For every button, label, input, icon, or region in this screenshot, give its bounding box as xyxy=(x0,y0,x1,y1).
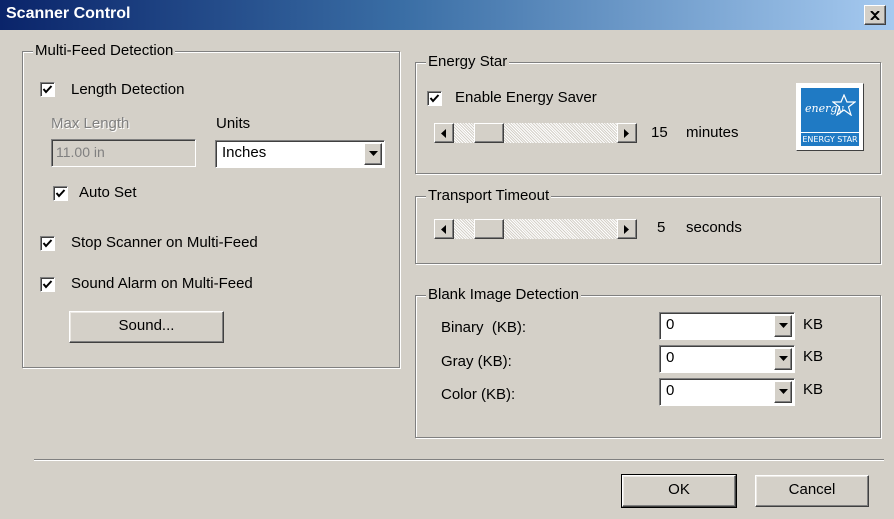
energy-saver-value: 15 xyxy=(651,124,668,141)
binary-kb-select[interactable]: 0 xyxy=(659,312,795,340)
scroll-left-button[interactable] xyxy=(434,219,454,239)
transport-timeout-slider[interactable] xyxy=(434,219,637,239)
sound-alarm-checkbox[interactable] xyxy=(40,277,55,292)
scroll-right-button[interactable] xyxy=(617,123,637,143)
chevron-down-icon xyxy=(779,356,788,361)
close-icon xyxy=(870,10,880,20)
scanner-control-dialog: Scanner Control Multi-Feed Detection Len… xyxy=(0,0,894,519)
binary-unit: KB xyxy=(803,316,824,333)
scroll-right-button[interactable] xyxy=(617,219,637,239)
transport-timeout-value: 5 xyxy=(657,219,666,236)
checkmark-icon xyxy=(42,280,53,289)
energy-star-logo: energy ENERGY STAR xyxy=(796,83,864,151)
auto-set-label[interactable]: Auto Set xyxy=(79,184,137,202)
arrow-right-icon xyxy=(624,129,629,138)
enable-energy-saver-checkbox[interactable] xyxy=(427,91,442,106)
binary-label: Binary (KB): xyxy=(441,319,527,336)
checkmark-icon xyxy=(42,239,53,248)
binary-kb-value: 0 xyxy=(666,316,675,333)
sound-alarm-label[interactable]: Sound Alarm on Multi-Feed xyxy=(71,275,253,293)
cancel-button[interactable]: Cancel xyxy=(755,475,869,507)
checkmark-icon xyxy=(55,189,66,198)
enable-energy-saver-label[interactable]: Enable Energy Saver xyxy=(455,89,597,107)
color-kb-select[interactable]: 0 xyxy=(659,378,795,406)
color-unit: KB xyxy=(803,381,824,398)
binary-dropdown-button[interactable] xyxy=(774,315,792,337)
chevron-down-icon xyxy=(369,151,378,156)
checkmark-icon xyxy=(429,94,440,103)
blank-image-detection-title: Blank Image Detection xyxy=(426,286,581,304)
transport-timeout-title: Transport Timeout xyxy=(426,187,552,205)
slider-thumb[interactable] xyxy=(474,219,504,239)
ok-button[interactable]: OK xyxy=(621,474,737,508)
length-detection-label[interactable]: Length Detection xyxy=(71,81,184,99)
energy-saver-slider[interactable] xyxy=(434,123,637,143)
chevron-down-icon xyxy=(779,323,788,328)
scroll-left-button[interactable] xyxy=(434,123,454,143)
arrow-left-icon xyxy=(441,129,446,138)
arrow-left-icon xyxy=(441,225,446,234)
gray-label: Gray (KB): xyxy=(441,353,512,370)
max-length-input: 11.00 in xyxy=(51,139,196,167)
sound-button[interactable]: Sound... xyxy=(69,311,224,343)
stop-scanner-label[interactable]: Stop Scanner on Multi-Feed xyxy=(71,234,258,252)
transport-timeout-unit: seconds xyxy=(686,219,742,236)
color-dropdown-button[interactable] xyxy=(774,381,792,403)
window-title: Scanner Control xyxy=(6,5,131,22)
units-select[interactable]: Inches xyxy=(215,140,385,168)
color-kb-value: 0 xyxy=(666,382,675,399)
max-length-label: Max Length xyxy=(51,115,130,132)
title-bar[interactable]: Scanner Control xyxy=(0,0,894,30)
star-icon xyxy=(832,94,856,116)
stop-scanner-checkbox[interactable] xyxy=(40,236,55,251)
length-detection-checkbox[interactable] xyxy=(40,82,55,97)
auto-set-checkbox[interactable] xyxy=(53,186,68,201)
units-value: Inches xyxy=(222,144,267,161)
gray-kb-select[interactable]: 0 xyxy=(659,345,795,373)
arrow-right-icon xyxy=(624,225,629,234)
gray-unit: KB xyxy=(803,348,824,365)
multi-feed-detection-title: Multi-Feed Detection xyxy=(33,42,176,60)
slider-thumb[interactable] xyxy=(474,123,504,143)
energy-logo-caption: ENERGY STAR xyxy=(801,132,859,146)
close-button[interactable] xyxy=(864,5,886,25)
chevron-down-icon xyxy=(779,389,788,394)
units-label: Units xyxy=(216,115,251,132)
color-label: Color (KB): xyxy=(441,386,516,403)
energy-saver-unit: minutes xyxy=(686,124,739,141)
units-dropdown-button[interactable] xyxy=(364,143,382,165)
energy-star-title: Energy Star xyxy=(426,53,510,71)
checkmark-icon xyxy=(42,85,53,94)
gray-dropdown-button[interactable] xyxy=(774,348,792,370)
footer-separator xyxy=(34,459,884,461)
gray-kb-value: 0 xyxy=(666,349,675,366)
